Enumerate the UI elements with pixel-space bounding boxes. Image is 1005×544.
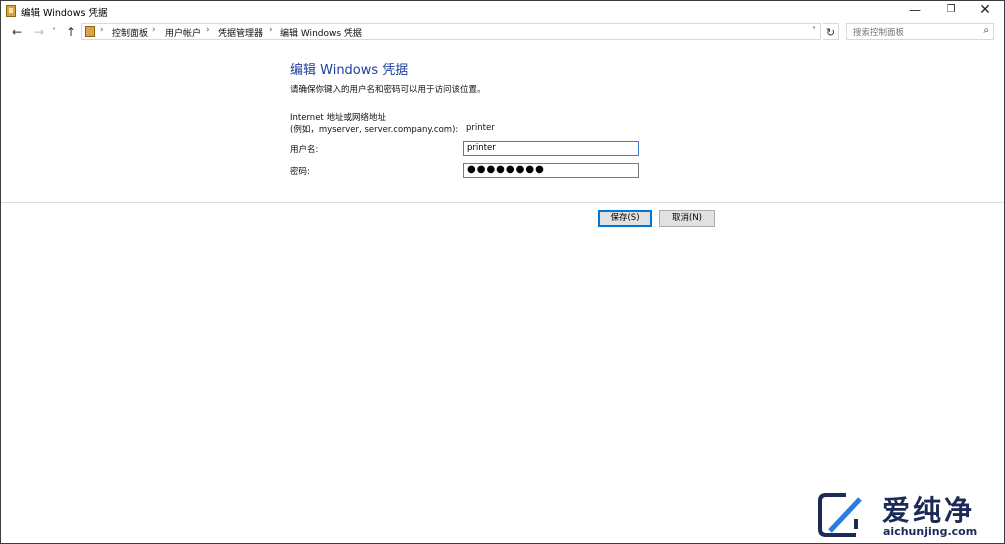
address-bar[interactable]: › 控制面板 › 用户帐户 › 凭据管理器 › 编辑 Windows 凭据 <box>81 23 821 40</box>
breadcrumb-credential-manager[interactable]: 凭据管理器 <box>218 26 263 39</box>
address-dropdown-icon[interactable]: ˅ <box>808 23 820 39</box>
navigation-bar: ← → ˅ ↑ › 控制面板 › 用户帐户 › 凭据管理器 › 编辑 Windo… <box>1 22 1004 42</box>
username-label: 用户名: <box>290 145 319 155</box>
credential-window: 编辑 Windows 凭据 — ❐ ✕ ← → ˅ ↑ › 控制面板 › 用户帐… <box>0 0 1005 544</box>
password-label: 密码: <box>290 167 310 177</box>
refresh-icon[interactable]: ↻ <box>823 23 839 40</box>
page-title: 编辑 Windows 凭据 <box>290 63 409 78</box>
breadcrumb-separator-icon[interactable]: › <box>269 25 273 35</box>
watermark-domain: aichunjing.com <box>883 525 978 538</box>
search-box[interactable]: 搜索控制面板 ⌕ <box>846 23 994 40</box>
breadcrumb-separator-icon[interactable]: › <box>206 25 210 35</box>
restore-button[interactable]: ❐ <box>934 1 968 21</box>
internet-address-value: printer <box>466 123 495 133</box>
save-button[interactable]: 保存(S) <box>598 210 652 227</box>
title-bar: 编辑 Windows 凭据 — ❐ ✕ <box>1 1 1004 21</box>
cancel-button[interactable]: 取消(N) <box>659 210 715 227</box>
breadcrumb-separator-icon[interactable]: › <box>152 25 156 35</box>
password-field[interactable]: ●●●●●●●● <box>463 163 639 178</box>
close-button[interactable]: ✕ <box>968 1 1002 21</box>
watermark-logo-icon <box>818 493 862 537</box>
forward-arrow-icon[interactable]: → <box>31 23 47 41</box>
content-area: 编辑 Windows 凭据 请确保你键入的用户名和密码可以用于访问该位置。 In… <box>1 43 1004 543</box>
recent-locations-chevron-icon[interactable]: ˅ <box>49 23 59 41</box>
control-panel-icon <box>85 26 95 37</box>
search-icon[interactable]: ⌕ <box>983 25 989 36</box>
window-title: 编辑 Windows 凭据 <box>21 8 108 19</box>
page-description: 请确保你键入的用户名和密码可以用于访问该位置。 <box>290 85 486 95</box>
breadcrumb-separator-icon[interactable]: › <box>100 25 104 35</box>
watermark: 爱纯净 aichunjing.com <box>816 489 1001 541</box>
breadcrumb-edit-credential[interactable]: 编辑 Windows 凭据 <box>280 26 362 39</box>
up-arrow-icon[interactable]: ↑ <box>63 23 79 41</box>
search-placeholder[interactable]: 搜索控制面板 <box>853 26 904 38</box>
divider <box>1 202 1004 203</box>
watermark-chinese: 爱纯净 <box>882 494 976 527</box>
breadcrumb-control-panel[interactable]: 控制面板 <box>112 26 148 39</box>
credential-manager-icon <box>6 5 16 17</box>
breadcrumb-user-accounts[interactable]: 用户帐户 <box>165 26 201 39</box>
address-label-line1: Internet 地址或网络地址 <box>290 113 386 123</box>
username-field[interactable]: printer <box>463 141 639 156</box>
minimize-button[interactable]: — <box>898 1 932 21</box>
back-arrow-icon[interactable]: ← <box>9 23 25 41</box>
address-label-line2: (例如，myserver, server.company.com): <box>290 125 459 135</box>
